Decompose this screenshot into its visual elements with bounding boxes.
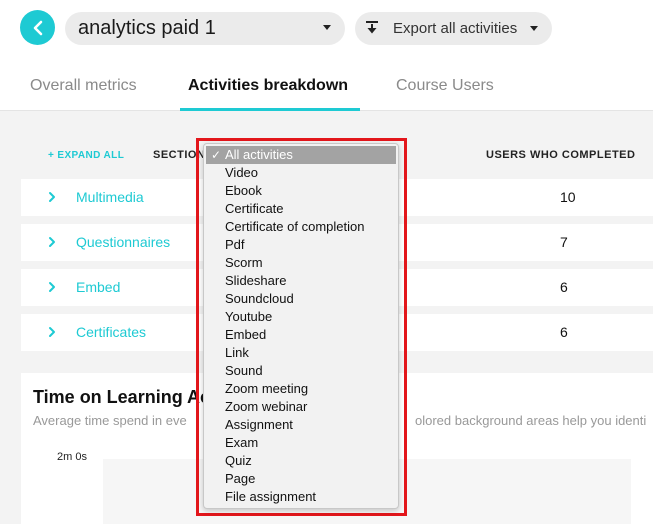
users-completed-count: 7 (560, 234, 568, 250)
caret-down-icon (323, 25, 331, 30)
card-title: Time on Learning Ac (33, 387, 211, 407)
dropdown-option-label: Zoom webinar (225, 399, 308, 414)
dropdown-option-label: Video (225, 165, 259, 180)
dropdown-option-label: Embed (225, 327, 267, 342)
chevron-right-icon (49, 237, 55, 247)
dropdown-option-label: Exam (225, 435, 259, 450)
dropdown-option[interactable]: Certificate of completion (204, 218, 398, 236)
dropdown-option[interactable]: File assignment (204, 488, 398, 506)
dropdown-option[interactable]: Assignment (204, 416, 398, 434)
dropdown-option[interactable]: Video (204, 164, 398, 182)
dropdown-option-label: Slideshare (225, 273, 287, 288)
y-axis-tick-label: 2m 0s (57, 451, 87, 463)
users-completed-count: 10 (560, 189, 576, 205)
section-name: Questionnaires (76, 234, 171, 250)
dropdown-option[interactable]: Zoom meeting (204, 380, 398, 398)
dropdown-option-label: Zoom meeting (225, 381, 309, 396)
dropdown-option-label: Quiz (225, 453, 252, 468)
active-tab-indicator (180, 108, 360, 111)
card-subtitle: Average time spend in eve (33, 413, 187, 428)
tab-course-users[interactable]: Course Users (396, 77, 494, 95)
dropdown-option[interactable]: Page (204, 470, 398, 488)
export-all-button[interactable]: Export all activities (355, 12, 552, 45)
course-select[interactable]: analytics paid 1 (65, 12, 345, 45)
dropdown-option-label: Scorm (225, 255, 263, 270)
users-completed-count: 6 (560, 324, 568, 340)
section-name: Certificates (76, 324, 147, 340)
dropdown-option-label: Page (225, 471, 256, 486)
chevron-right-icon (49, 192, 55, 202)
dropdown-option-label: Soundcloud (225, 291, 294, 306)
dropdown-option[interactable]: Link (204, 344, 398, 362)
section-name: Multimedia (76, 189, 144, 205)
dropdown-option[interactable]: Soundcloud (204, 290, 398, 308)
activity-filter-dropdown[interactable]: ✓ All activities Video Ebook Certificate Cert… (203, 143, 399, 509)
expand-all-link[interactable]: + EXPAND ALL (48, 150, 124, 161)
dropdown-option[interactable]: Sound (204, 362, 398, 380)
section-name: Embed (76, 279, 121, 295)
caret-down-icon (530, 26, 538, 31)
dropdown-option[interactable]: Certificate (204, 200, 398, 218)
back-button[interactable] (20, 10, 55, 45)
column-header-users-completed: USERS WHO COMPLETED (486, 149, 636, 161)
dropdown-option-label: Youtube (225, 309, 273, 324)
dropdown-option[interactable]: Scorm (204, 254, 398, 272)
top-bar: analytics paid 1 Export all activities (0, 0, 653, 59)
dropdown-option[interactable]: Youtube (204, 308, 398, 326)
users-completed-count: 6 (560, 279, 568, 295)
dropdown-option-label: Certificate (225, 201, 284, 216)
tab-bar: Overall metrics Activities breakdown Cou… (0, 59, 653, 111)
tab-overall-metrics[interactable]: Overall metrics (30, 77, 137, 95)
dropdown-option-label: Link (225, 345, 249, 360)
chevron-left-icon (33, 20, 42, 35)
dropdown-option-label: File assignment (225, 489, 317, 504)
dropdown-option-label: Pdf (225, 237, 245, 252)
checkmark-icon: ✓ (211, 148, 222, 162)
dropdown-option-label: All activities (225, 147, 293, 162)
course-select-label: analytics paid 1 (78, 17, 216, 39)
dropdown-option-label: Sound (225, 363, 263, 378)
export-all-label: Export all activities (393, 20, 518, 37)
chevron-right-icon (49, 327, 55, 337)
chevron-right-icon (49, 282, 55, 292)
dropdown-option[interactable]: Quiz (204, 452, 398, 470)
download-icon (366, 21, 378, 34)
dropdown-option[interactable]: Exam (204, 434, 398, 452)
tab-activities-breakdown[interactable]: Activities breakdown (188, 77, 348, 95)
dropdown-option-label: Assignment (225, 417, 293, 432)
card-subtitle-right: olored background areas help you identi (415, 413, 647, 428)
dropdown-option[interactable]: Zoom webinar (204, 398, 398, 416)
dropdown-option[interactable]: Embed (204, 326, 398, 344)
dropdown-option[interactable]: Pdf (204, 236, 398, 254)
dropdown-option-label: Ebook (225, 183, 262, 198)
dropdown-option[interactable]: ✓ All activities (206, 146, 396, 164)
dropdown-option[interactable]: Slideshare (204, 272, 398, 290)
dropdown-option-label: Certificate of completion (225, 219, 365, 234)
dropdown-option[interactable]: Ebook (204, 182, 398, 200)
